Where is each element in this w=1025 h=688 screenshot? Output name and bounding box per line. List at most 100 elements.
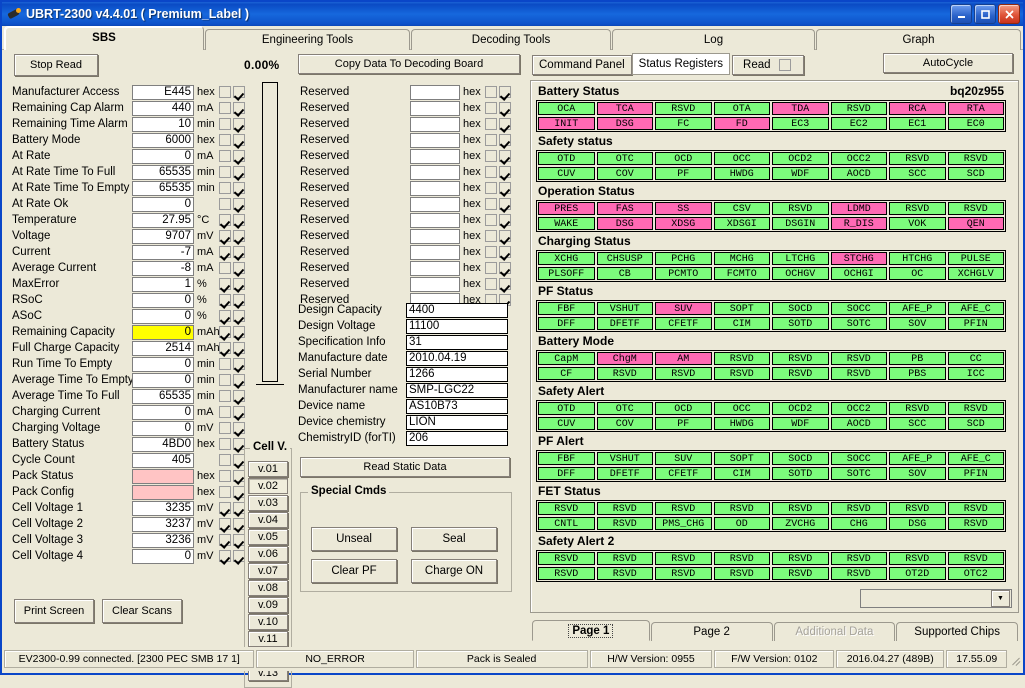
register-bit-cell[interactable]: XDSGI bbox=[713, 217, 770, 230]
sbs-row-checkbox-log[interactable] bbox=[219, 454, 231, 466]
reserved-row-checkbox-read[interactable] bbox=[499, 102, 511, 114]
seal-button[interactable]: Seal bbox=[411, 527, 497, 551]
register-bit-cell[interactable]: RSVD bbox=[947, 517, 1004, 530]
sbs-row-checkbox-read[interactable] bbox=[233, 278, 245, 290]
register-bit-cell[interactable]: RSVD bbox=[596, 567, 653, 580]
register-bit-cell[interactable]: HTCHG bbox=[889, 252, 946, 265]
chevron-down-icon[interactable]: ▼ bbox=[991, 590, 1010, 607]
autocycle-button[interactable]: AutoCycle bbox=[883, 53, 1013, 73]
sbs-row-checkbox-read[interactable] bbox=[233, 86, 245, 98]
register-bit-cell[interactable]: SOCD bbox=[772, 302, 829, 315]
register-bit-cell[interactable]: RSVD bbox=[596, 552, 653, 565]
static-data-value[interactable]: AS10B73 bbox=[406, 398, 508, 414]
register-bit-cell[interactable]: RSVD bbox=[889, 152, 946, 165]
sbs-row-checkbox-log[interactable] bbox=[219, 534, 231, 546]
sbs-row-value[interactable]: 0 bbox=[132, 324, 194, 340]
sbs-row-value[interactable]: 65535 bbox=[132, 180, 194, 196]
sbs-row-checkbox-log[interactable] bbox=[219, 390, 231, 402]
register-bit-cell[interactable]: RSVD bbox=[947, 552, 1004, 565]
register-bit-cell[interactable]: CFETF bbox=[655, 467, 712, 480]
close-button[interactable] bbox=[998, 4, 1020, 24]
register-bit-cell[interactable]: SOPT bbox=[713, 302, 770, 315]
register-bit-cell[interactable]: RSVD bbox=[772, 502, 829, 515]
cell-voltage-button-v-10[interactable]: v.10 bbox=[248, 614, 288, 630]
sbs-row-checkbox-read[interactable] bbox=[233, 118, 245, 130]
sbs-row-checkbox-log[interactable] bbox=[219, 214, 231, 226]
register-bit-cell[interactable]: OTC bbox=[596, 152, 653, 165]
sbs-row-checkbox-read[interactable] bbox=[233, 374, 245, 386]
register-bit-cell[interactable]: DFF bbox=[538, 467, 595, 480]
register-bit-cell[interactable]: CUV bbox=[538, 167, 595, 180]
register-bit-cell[interactable]: INIT bbox=[538, 117, 595, 130]
tab-graph[interactable]: Graph bbox=[816, 29, 1021, 50]
read-toggle-container[interactable]: Read bbox=[732, 55, 804, 75]
sbs-row-checkbox-log[interactable] bbox=[219, 486, 231, 498]
reserved-row-checkbox-read[interactable] bbox=[499, 134, 511, 146]
reserved-row-checkbox-log[interactable] bbox=[485, 182, 497, 194]
register-bit-cell[interactable]: CSV bbox=[713, 202, 770, 215]
page-tab-page-1[interactable]: Page 1 bbox=[532, 620, 650, 641]
register-bit-cell[interactable]: SOCC bbox=[830, 452, 887, 465]
sbs-row-value[interactable]: E445 bbox=[132, 84, 194, 100]
sbs-row-value[interactable]: 0 bbox=[132, 196, 194, 212]
reserved-row-checkbox-log[interactable] bbox=[485, 150, 497, 162]
register-bit-cell[interactable]: FCMTO bbox=[713, 267, 770, 280]
register-bit-cell[interactable]: RSVD bbox=[772, 202, 829, 215]
sbs-row-checkbox-log[interactable] bbox=[219, 406, 231, 418]
sbs-row-value[interactable]: 10 bbox=[132, 116, 194, 132]
read-static-data-button[interactable]: Read Static Data bbox=[300, 457, 510, 477]
print-screen-button[interactable]: Print Screen bbox=[14, 599, 94, 623]
register-bit-cell[interactable]: OTA bbox=[713, 102, 770, 115]
reserved-row-value[interactable] bbox=[410, 132, 460, 148]
register-bit-cell[interactable]: OCD bbox=[655, 402, 712, 415]
sbs-row-value[interactable]: 3236 bbox=[132, 532, 194, 548]
sbs-row-checkbox-log[interactable] bbox=[219, 438, 231, 450]
register-bit-cell[interactable]: RSVD bbox=[889, 552, 946, 565]
register-bit-cell[interactable]: RSVD bbox=[655, 367, 712, 380]
static-data-value[interactable]: SMP-LGC22 bbox=[406, 382, 508, 398]
register-bit-cell[interactable]: RSVD bbox=[596, 502, 653, 515]
sbs-row-checkbox-log[interactable] bbox=[219, 134, 231, 146]
cell-voltage-button-v-09[interactable]: v.09 bbox=[248, 597, 288, 613]
charge-on-button[interactable]: Charge ON bbox=[411, 559, 497, 583]
sbs-row-value[interactable]: -8 bbox=[132, 260, 194, 276]
register-bit-cell[interactable]: SCD bbox=[947, 167, 1004, 180]
sbs-row-value[interactable]: 0 bbox=[132, 308, 194, 324]
register-bit-cell[interactable]: RSVD bbox=[655, 502, 712, 515]
cell-voltage-button-v-01[interactable]: v.01 bbox=[248, 461, 288, 477]
register-bit-cell[interactable]: CF bbox=[538, 367, 595, 380]
tab-decoding-tools[interactable]: Decoding Tools bbox=[411, 29, 611, 50]
static-data-value[interactable]: 11100 bbox=[406, 318, 508, 334]
register-bit-cell[interactable]: RSVD bbox=[596, 367, 653, 380]
sbs-row-value[interactable]: 0 bbox=[132, 420, 194, 436]
reserved-row-checkbox-log[interactable] bbox=[485, 230, 497, 242]
sbs-row-checkbox-log[interactable] bbox=[219, 422, 231, 434]
unseal-button[interactable]: Unseal bbox=[311, 527, 397, 551]
register-bit-cell[interactable]: DSG bbox=[889, 517, 946, 530]
sbs-row-checkbox-read[interactable] bbox=[233, 310, 245, 322]
sbs-row-value[interactable]: 2514 bbox=[132, 340, 194, 356]
register-bit-cell[interactable]: CNTL bbox=[538, 517, 595, 530]
sbs-row-value[interactable]: 405 bbox=[132, 452, 194, 468]
register-bit-cell[interactable]: RSVD bbox=[713, 352, 770, 365]
register-bit-cell[interactable]: RSVD bbox=[538, 567, 595, 580]
register-bit-cell[interactable]: RSVD bbox=[947, 402, 1004, 415]
reserved-row-checkbox-log[interactable] bbox=[485, 166, 497, 178]
register-bit-cell[interactable]: RSVD bbox=[772, 552, 829, 565]
register-bit-cell[interactable]: R_DIS bbox=[830, 217, 887, 230]
register-bit-cell[interactable]: OCD2 bbox=[772, 152, 829, 165]
register-bit-cell[interactable]: MCHG bbox=[713, 252, 770, 265]
register-bit-cell[interactable]: SCD bbox=[947, 417, 1004, 430]
register-bit-cell[interactable]: RSVD bbox=[772, 352, 829, 365]
register-bit-cell[interactable]: DSG bbox=[596, 217, 653, 230]
register-bit-cell[interactable]: VSHUT bbox=[596, 452, 653, 465]
register-bit-cell[interactable]: FBF bbox=[538, 302, 595, 315]
register-bit-cell[interactable]: OTD bbox=[538, 152, 595, 165]
register-bit-cell[interactable]: PF bbox=[655, 167, 712, 180]
static-data-value[interactable]: 31 bbox=[406, 334, 508, 350]
sbs-row-checkbox-read[interactable] bbox=[233, 262, 245, 274]
register-bit-cell[interactable]: OTC bbox=[596, 402, 653, 415]
sbs-row-value[interactable]: 3235 bbox=[132, 500, 194, 516]
register-bit-cell[interactable]: FC bbox=[655, 117, 712, 130]
register-bit-cell[interactable]: OCHGI bbox=[830, 267, 887, 280]
